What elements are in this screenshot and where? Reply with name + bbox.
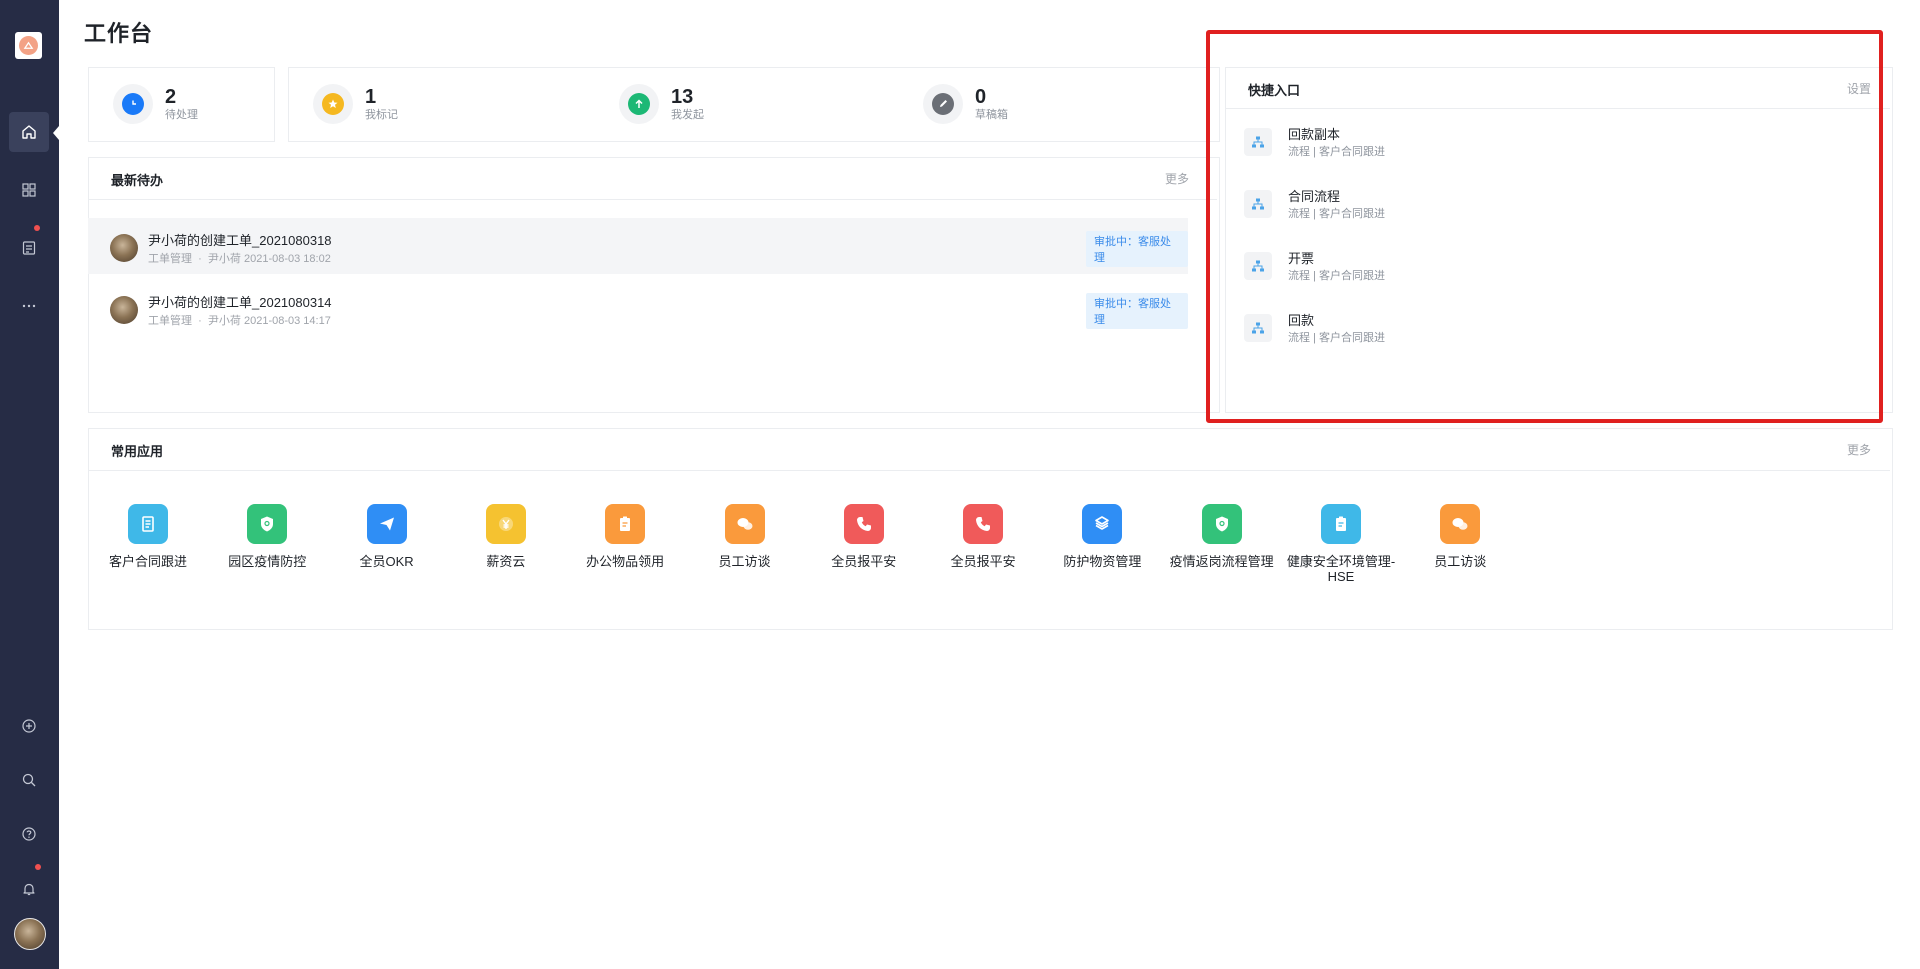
task-list-icon (22, 241, 36, 255)
app-label: 全员OKR (359, 554, 414, 569)
stat-label: 草稿箱 (975, 109, 1008, 121)
yen-icon (485, 504, 526, 544)
divider (89, 199, 1217, 200)
document-icon (128, 504, 168, 544)
app-label: 疫情返岗流程管理 (1169, 554, 1274, 569)
status-badge: 审批中：客服处理 (1086, 231, 1188, 267)
search-icon (22, 773, 36, 787)
stat-value: 0 (975, 86, 987, 108)
status-badge: 审批中：客服处理 (1086, 293, 1188, 329)
app-tile[interactable]: 防护物资管理 (1047, 504, 1157, 569)
app-tile[interactable]: 全员报平安 (809, 504, 919, 569)
pencil-icon (932, 93, 954, 115)
arrow-up-icon (628, 93, 650, 115)
stat-marked[interactable]: 1 我标记 (313, 84, 398, 124)
app-label: 健康安全环境管理-HSE (1286, 554, 1396, 584)
todo-item-meta: 工单管理 · 尹小荷 2021-08-03 14:17 (148, 315, 331, 327)
app-label: 员工访谈 (718, 554, 771, 569)
app-logo[interactable] (15, 32, 42, 59)
chat-icon (724, 504, 765, 544)
app-label: 客户合同跟进 (108, 554, 187, 569)
stat-card-group: 1 我标记 13 我发起 0 草稿箱 (288, 67, 1220, 142)
app-label: 园区疫情防控 (228, 554, 307, 569)
bell-icon (23, 883, 35, 896)
app-tile[interactable]: 客户合同跟进 (93, 504, 203, 569)
shield-icon (247, 504, 288, 544)
app-tile[interactable]: 员工访谈 (690, 504, 800, 569)
help-icon (22, 827, 36, 841)
todo-item-title: 尹小荷的创建工单_2021080318 (148, 233, 332, 248)
chat-icon (1440, 504, 1481, 544)
shield-icon (1201, 504, 1242, 544)
app-tile[interactable]: 薪资云 (451, 504, 561, 569)
stat-label: 待处理 (165, 109, 198, 121)
app-tile[interactable]: 员工访谈 (1405, 504, 1515, 569)
app-label: 防护物资管理 (1063, 554, 1142, 569)
app-tile[interactable]: 全员报平安 (928, 504, 1038, 569)
avatar (110, 296, 138, 324)
sidebar-item-notifications[interactable] (9, 869, 49, 909)
app-label: 薪资云 (486, 554, 526, 569)
todo-title: 最新待办 (111, 173, 164, 188)
app-tile[interactable]: 园区疫情防控 (212, 504, 322, 569)
sidebar-item-help[interactable] (9, 814, 49, 854)
highlight-annotation-box (1206, 30, 1883, 423)
sidebar-item-add[interactable] (9, 706, 49, 746)
todo-item-title: 尹小荷的创建工单_2021080314 (148, 295, 332, 310)
app-tile[interactable]: 健康安全环境管理-HSE (1286, 504, 1396, 584)
stat-initiated[interactable]: 13 我发起 (619, 84, 704, 124)
active-indicator (53, 126, 59, 140)
tasks-notification-dot (34, 225, 40, 231)
apps-more-link[interactable]: 更多 (1847, 441, 1871, 458)
star-icon (322, 93, 344, 115)
sidebar-item-search[interactable] (9, 760, 49, 800)
box-icon (1082, 504, 1123, 544)
stat-value: 13 (671, 86, 694, 108)
app-tile[interactable]: 办公物品领用 (570, 504, 680, 569)
stat-drafts[interactable]: 0 草稿箱 (923, 84, 1008, 124)
app-tile[interactable]: 全员OKR (332, 504, 442, 569)
more-dots-icon (22, 304, 36, 308)
sidebar (0, 0, 59, 969)
clipboard-icon (1321, 504, 1361, 544)
divider (89, 470, 1890, 471)
app-label: 办公物品领用 (586, 554, 665, 569)
todo-row[interactable]: 尹小荷的创建工单_2021080318 工单管理 · 尹小荷 2021-08-0… (88, 218, 1188, 274)
clipboard-icon (605, 504, 646, 544)
app-tile[interactable]: 疫情返岗流程管理 (1167, 504, 1277, 569)
stat-value: 1 (365, 86, 377, 108)
home-icon (22, 125, 36, 139)
phone-icon (963, 504, 1004, 544)
apps-title: 常用应用 (111, 444, 164, 459)
user-avatar[interactable] (14, 918, 46, 950)
plus-circle-icon (22, 719, 36, 733)
sidebar-item-tasks[interactable] (9, 228, 49, 268)
todo-more-link[interactable]: 更多 (1165, 170, 1189, 187)
paper-plane-icon (366, 504, 407, 544)
clock-icon (122, 93, 144, 115)
sidebar-item-apps[interactable] (9, 170, 49, 210)
todo-item-meta: 工单管理 · 尹小荷 2021-08-03 18:02 (148, 253, 331, 265)
phone-icon (843, 504, 884, 544)
grid-icon (22, 183, 36, 197)
stat-label: 我标记 (365, 109, 398, 121)
notification-dot (35, 864, 41, 870)
page-title: 工作台 (84, 21, 154, 46)
sidebar-item-more[interactable] (9, 286, 49, 326)
stat-card-pending[interactable]: 2 待处理 (88, 67, 275, 142)
app-label: 员工访谈 (1434, 554, 1487, 569)
stat-label: 我发起 (671, 109, 704, 121)
app-label: 全员报平安 (831, 554, 897, 569)
app-label: 全员报平安 (950, 554, 1016, 569)
todo-row[interactable]: 尹小荷的创建工单_2021080314 工单管理 · 尹小荷 2021-08-0… (88, 280, 1188, 336)
sidebar-item-home[interactable] (9, 112, 49, 152)
avatar (110, 234, 138, 262)
stat-value: 2 (165, 86, 177, 108)
